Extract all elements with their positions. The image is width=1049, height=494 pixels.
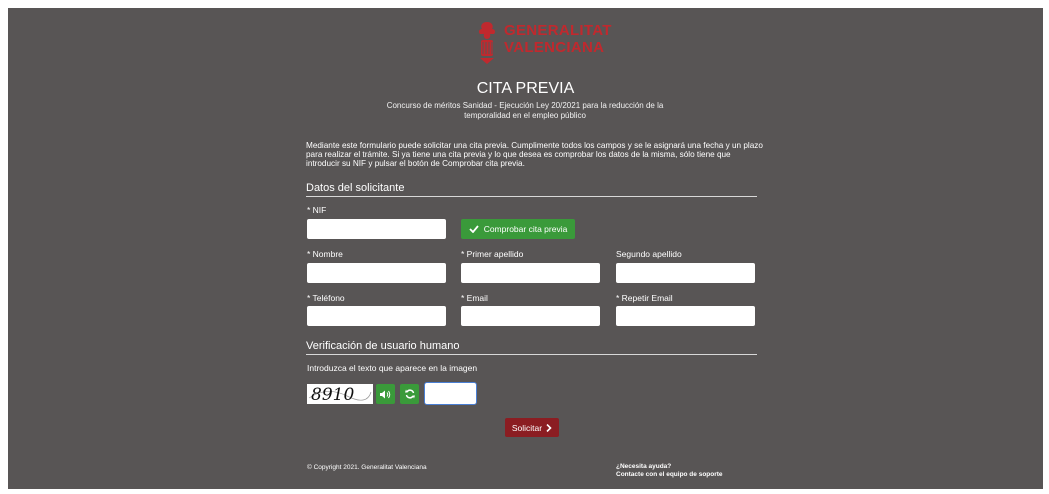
nif-input[interactable] (307, 219, 446, 239)
primer-apellido-label: * Primer apellido (461, 249, 524, 259)
page-title: CITA PREVIA (476, 80, 575, 97)
segundo-apellido-label: Segundo apellido (616, 249, 682, 259)
page-subtitle: Concurso de méritos Sanidad - Ejecución … (386, 101, 664, 120)
segundo-apellido-input[interactable] (616, 263, 755, 283)
email-label: * Email (461, 293, 488, 303)
main-panel: GENERALITAT VALENCIANA CITA PREVIA Concu… (8, 8, 1043, 489)
submit-label: Solicitar (511, 422, 543, 433)
check-appointment-button[interactable]: Comprobar cita previa (461, 219, 575, 239)
nombre-input[interactable] (307, 263, 446, 283)
repeat-email-input[interactable] (616, 306, 755, 326)
gva-logo: GENERALITAT VALENCIANA (474, 20, 634, 68)
check-icon (469, 225, 479, 233)
captcha-refresh-button[interactable] (400, 384, 419, 404)
speaker-icon (380, 390, 391, 398)
intro-text: Mediante este formulario puede solicitar… (306, 141, 763, 168)
check-appointment-label: Comprobar cita previa (483, 224, 568, 234)
copyright-text: © Copyright 2021. Generalitat Valenciana (307, 464, 427, 471)
telefono-label: * Teléfono (307, 293, 345, 303)
brand-name: GENERALITAT VALENCIANA (504, 22, 612, 56)
section-divider (306, 196, 757, 197)
help-block: ¿Necesita ayuda? Contacte con el equipo … (616, 463, 723, 478)
captcha-input[interactable] (424, 382, 477, 405)
submit-button[interactable]: Solicitar (505, 418, 559, 437)
brand-line-1: GENERALITAT (504, 22, 612, 39)
chevron-right-icon (546, 423, 552, 432)
help-title: ¿Necesita ayuda? (616, 463, 672, 470)
refresh-icon (404, 389, 415, 399)
primer-apellido-input[interactable] (461, 263, 600, 283)
section-title-applicant: Datos del solicitante (306, 182, 405, 194)
captcha-audio-button[interactable] (376, 384, 395, 404)
email-input[interactable] (461, 306, 600, 326)
nif-label: * NIF (307, 205, 327, 215)
captcha-image: 8910 (307, 384, 373, 405)
section-title-verification: Verificación de usuario humano (306, 340, 460, 352)
section-divider (306, 354, 757, 355)
repeat-email-label: * Repetir Email (616, 293, 673, 303)
support-link[interactable]: Contacte con el equipo de soporte (616, 471, 723, 479)
nombre-label: * Nombre (307, 249, 343, 259)
captcha-text: 8910 (311, 385, 354, 404)
brand-line-2: VALENCIANA (504, 39, 605, 56)
captcha-instruction: Introduzca el texto que aparece en la im… (307, 363, 478, 373)
telefono-input[interactable] (307, 306, 446, 326)
bat-crest-icon (478, 22, 496, 64)
